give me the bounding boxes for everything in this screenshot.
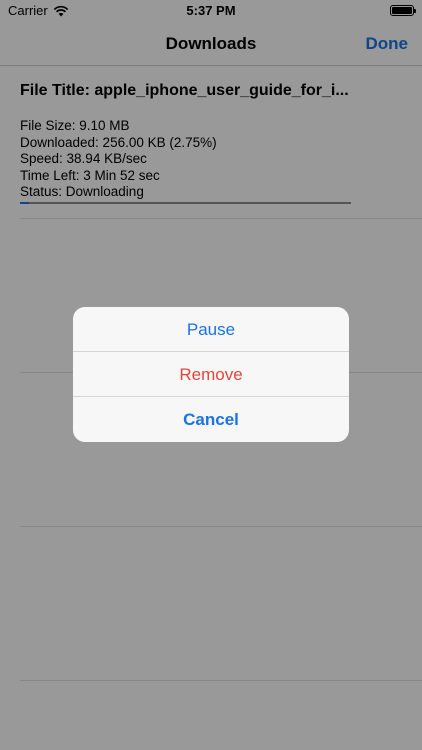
downloads-screen: Carrier 5:37 PM Downloads Done File Titl…: [0, 0, 422, 750]
remove-button[interactable]: Remove: [73, 352, 349, 397]
cancel-button[interactable]: Cancel: [73, 397, 349, 442]
pause-button[interactable]: Pause: [73, 307, 349, 352]
action-sheet: Pause Remove Cancel: [73, 307, 349, 442]
